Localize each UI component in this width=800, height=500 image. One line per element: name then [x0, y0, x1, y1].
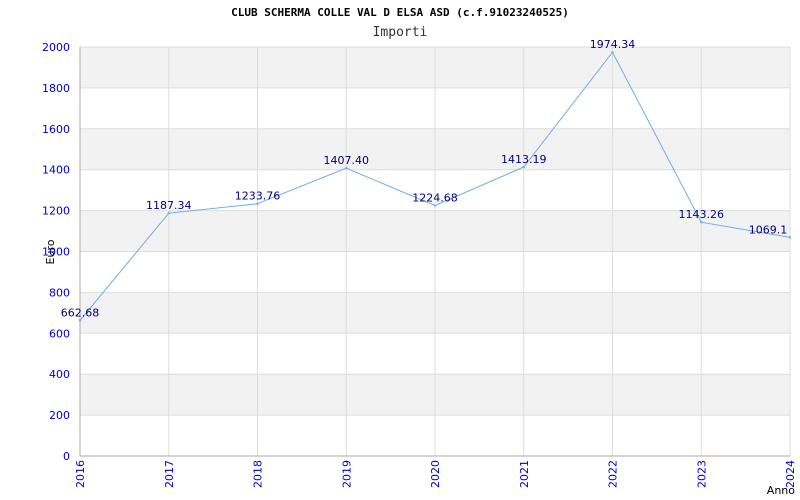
data-point — [78, 319, 82, 322]
data-point — [433, 204, 437, 207]
data-label: 1407.40 — [324, 154, 370, 167]
data-label: 1224.68 — [412, 192, 458, 205]
y-tick-label: 1200 — [42, 205, 70, 218]
x-tick-label: 2022 — [607, 460, 620, 488]
data-label: 1069.1 — [749, 223, 788, 236]
y-tick-label: 400 — [49, 368, 70, 381]
x-tick-label: 2018 — [252, 460, 265, 488]
x-tick-label: 2021 — [518, 460, 531, 488]
data-point — [345, 166, 348, 170]
y-tick-label: 200 — [49, 409, 70, 422]
x-tick-label: 2023 — [695, 460, 708, 488]
y-tick-label: 1400 — [42, 164, 70, 177]
data-point — [788, 236, 792, 239]
x-tick-label: 2017 — [163, 460, 176, 488]
data-point — [256, 202, 259, 205]
x-tick-label: 2020 — [429, 460, 442, 488]
data-label: 662.68 — [61, 306, 100, 319]
y-tick-label: 600 — [49, 327, 70, 340]
data-label: 1187.34 — [146, 199, 192, 212]
y-tick-label: 1600 — [42, 123, 70, 136]
y-axis-label: Euro — [44, 239, 57, 264]
chart: CLUB SCHERMA COLLE VAL D ELSA ASD (c.f.9… — [0, 0, 800, 500]
data-label: 1974.34 — [590, 38, 636, 51]
data-point — [700, 221, 703, 224]
plot-area: 0200400600800100012001400160018002000201… — [42, 38, 797, 497]
y-tick-label: 800 — [49, 286, 70, 299]
x-tick-label: 2016 — [74, 460, 87, 488]
y-tick-label: 0 — [63, 450, 70, 463]
y-tick-label: 1800 — [42, 82, 70, 95]
x-tick-label: 2019 — [340, 460, 353, 488]
x-axis-label: Anno — [767, 484, 795, 497]
data-point — [167, 211, 170, 215]
data-point — [522, 165, 525, 169]
data-label: 1143.26 — [679, 208, 725, 221]
data-label: 1233.76 — [235, 190, 281, 203]
data-point — [611, 51, 614, 54]
data-label: 1413.19 — [501, 153, 547, 166]
y-tick-label: 2000 — [42, 41, 70, 54]
